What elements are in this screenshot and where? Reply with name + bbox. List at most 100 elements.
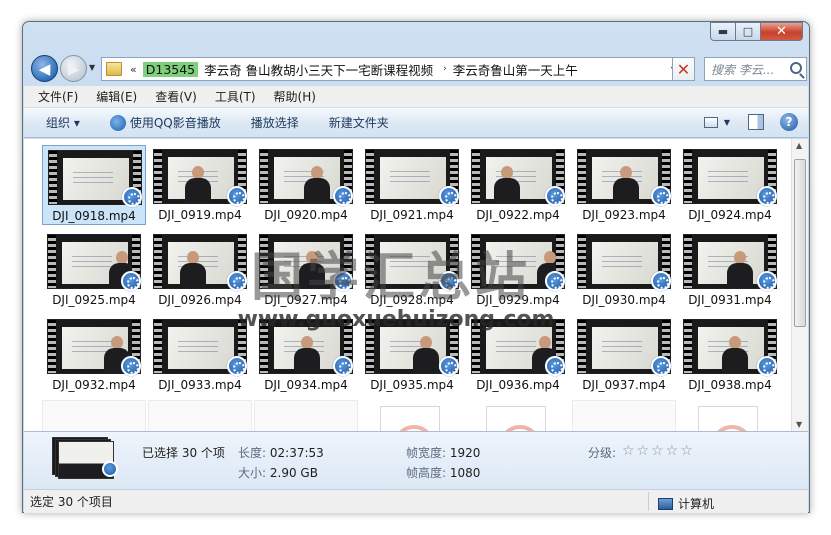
qq-player-icon: [122, 187, 142, 207]
file-name: DJI_0930.mp4: [582, 293, 666, 307]
breadcrumb-separator[interactable]: ›: [443, 64, 447, 74]
file-item-partial[interactable]: [254, 400, 358, 431]
file-item-partial[interactable]: [466, 400, 570, 431]
file-item[interactable]: DJI_0929.mp4: [466, 230, 570, 310]
qq-player-icon: [651, 356, 671, 376]
selection-thumbnail: [52, 437, 122, 481]
file-item[interactable]: DJI_0931.mp4: [678, 230, 782, 310]
file-item[interactable]: DJI_0932.mp4: [42, 315, 146, 395]
menu-file[interactable]: 文件(F): [38, 88, 78, 105]
file-item[interactable]: DJI_0926.mp4: [148, 230, 252, 310]
arrow-left-icon: ◀: [38, 59, 51, 78]
duration-value: 02:37:53: [269, 446, 324, 460]
media-file-icon: [698, 406, 758, 431]
maximize-button[interactable]: □: [736, 22, 761, 41]
qq-player-icon: [757, 186, 777, 206]
breadcrumb-course-folder[interactable]: 李云奇 鲁山教胡小三天下一宅断课程视频: [204, 60, 433, 79]
stop-button[interactable]: ✕: [672, 57, 695, 81]
file-name: DJI_0936.mp4: [476, 378, 560, 392]
file-item[interactable]: DJI_0925.mp4: [42, 230, 146, 310]
search-icon[interactable]: [790, 62, 802, 74]
file-item[interactable]: DJI_0935.mp4: [360, 315, 464, 395]
file-item[interactable]: DJI_0933.mp4: [148, 315, 252, 395]
search-input[interactable]: 搜索 李云...: [704, 57, 807, 81]
qq-player-icon: [439, 186, 459, 206]
frame-height-label: 帧高度:: [406, 466, 447, 480]
scroll-down-icon[interactable]: ▼: [796, 420, 802, 429]
close-button[interactable]: ✕: [761, 22, 803, 41]
breadcrumb-d13545[interactable]: D13545: [142, 61, 199, 77]
qq-player-icon: [333, 186, 353, 206]
search-placeholder: 搜索 李云...: [711, 62, 775, 77]
status-text: 选定 30 个项目: [30, 495, 113, 509]
file-name: DJI_0928.mp4: [370, 293, 454, 307]
minimize-button[interactable]: ▬: [710, 22, 736, 41]
scrollbar-thumb[interactable]: [794, 159, 806, 327]
new-folder-button[interactable]: 新建文件夹: [329, 114, 389, 131]
help-icon[interactable]: ?: [780, 113, 798, 131]
file-item-partial[interactable]: [572, 400, 676, 431]
qq-player-icon: [439, 271, 459, 291]
rating-label: 分级:: [588, 446, 617, 460]
file-name: DJI_0925.mp4: [52, 293, 136, 307]
file-item[interactable]: DJI_0936.mp4: [466, 315, 570, 395]
file-item-partial[interactable]: [42, 400, 146, 431]
file-name: DJI_0932.mp4: [52, 378, 136, 392]
qq-player-icon: [757, 356, 777, 376]
recent-pages-dropdown[interactable]: ▼: [89, 63, 95, 72]
menu-view[interactable]: 查看(V): [155, 88, 197, 105]
file-name: DJI_0937.mp4: [582, 378, 666, 392]
file-item[interactable]: DJI_0918.mp4: [42, 145, 146, 225]
scroll-up-icon[interactable]: ▲: [796, 141, 802, 150]
menu-help[interactable]: 帮助(H): [274, 88, 316, 105]
menu-edit[interactable]: 编辑(E): [96, 88, 137, 105]
view-dropdown-icon[interactable]: ▼: [724, 118, 730, 127]
file-name: DJI_0920.mp4: [264, 208, 348, 222]
selected-count: 已选择 30 个项: [142, 446, 225, 460]
forward-button[interactable]: ▶: [60, 55, 87, 82]
qq-player-icon: [651, 186, 671, 206]
file-item[interactable]: DJI_0928.mp4: [360, 230, 464, 310]
file-name: DJI_0922.mp4: [476, 208, 560, 222]
address-bar[interactable]: « D13545 李云奇 鲁山教胡小三天下一宅断课程视频 › 李云奇鲁山第一天上…: [101, 57, 684, 81]
back-button[interactable]: ◀: [31, 55, 58, 82]
media-file-icon: [380, 406, 440, 431]
vertical-scrollbar[interactable]: ▲ ▼: [791, 139, 808, 431]
play-selection-button[interactable]: 播放选择: [251, 114, 299, 131]
file-item[interactable]: DJI_0934.mp4: [254, 315, 358, 395]
organize-button[interactable]: 组织 ▾: [46, 114, 80, 131]
file-item[interactable]: DJI_0927.mp4: [254, 230, 358, 310]
play-with-qq-button[interactable]: 使用QQ影音播放: [109, 114, 221, 131]
command-bar: 组织 ▾ 使用QQ影音播放 播放选择 新建文件夹 ▼ ?: [24, 108, 808, 138]
file-item[interactable]: DJI_0920.mp4: [254, 145, 358, 225]
rating-stars[interactable]: ☆☆☆☆☆: [622, 443, 695, 459]
file-item[interactable]: DJI_0930.mp4: [572, 230, 676, 310]
frame-height-value: 1080: [449, 466, 481, 480]
qq-player-icon: [757, 271, 777, 291]
file-item-partial[interactable]: [148, 400, 252, 431]
file-item[interactable]: DJI_0922.mp4: [466, 145, 570, 225]
file-item[interactable]: DJI_0938.mp4: [678, 315, 782, 395]
file-item-partial[interactable]: [678, 400, 782, 431]
qq-player-icon: [227, 271, 247, 291]
size-value: 2.90 GB: [269, 466, 318, 480]
file-name: DJI_0926.mp4: [158, 293, 242, 307]
file-item[interactable]: DJI_0923.mp4: [572, 145, 676, 225]
file-item[interactable]: DJI_0921.mp4: [360, 145, 464, 225]
file-item[interactable]: DJI_0937.mp4: [572, 315, 676, 395]
file-item-partial[interactable]: [360, 400, 464, 431]
breadcrumb-current-folder[interactable]: 李云奇鲁山第一天上午: [453, 60, 578, 79]
overflow-chevron[interactable]: «: [130, 63, 137, 76]
file-name: DJI_0919.mp4: [158, 208, 242, 222]
file-item[interactable]: DJI_0919.mp4: [148, 145, 252, 225]
frame-width-value: 1920: [449, 446, 481, 460]
qq-player-icon: [102, 461, 118, 477]
caption-buttons: ▬ □ ✕: [710, 22, 803, 41]
change-view-icon[interactable]: [703, 116, 718, 128]
preview-pane-icon[interactable]: [748, 114, 764, 130]
file-name: DJI_0934.mp4: [264, 378, 348, 392]
qq-player-icon: [651, 271, 671, 291]
qq-player-icon: [545, 271, 565, 291]
menu-tools[interactable]: 工具(T): [215, 88, 256, 105]
file-item[interactable]: DJI_0924.mp4: [678, 145, 782, 225]
